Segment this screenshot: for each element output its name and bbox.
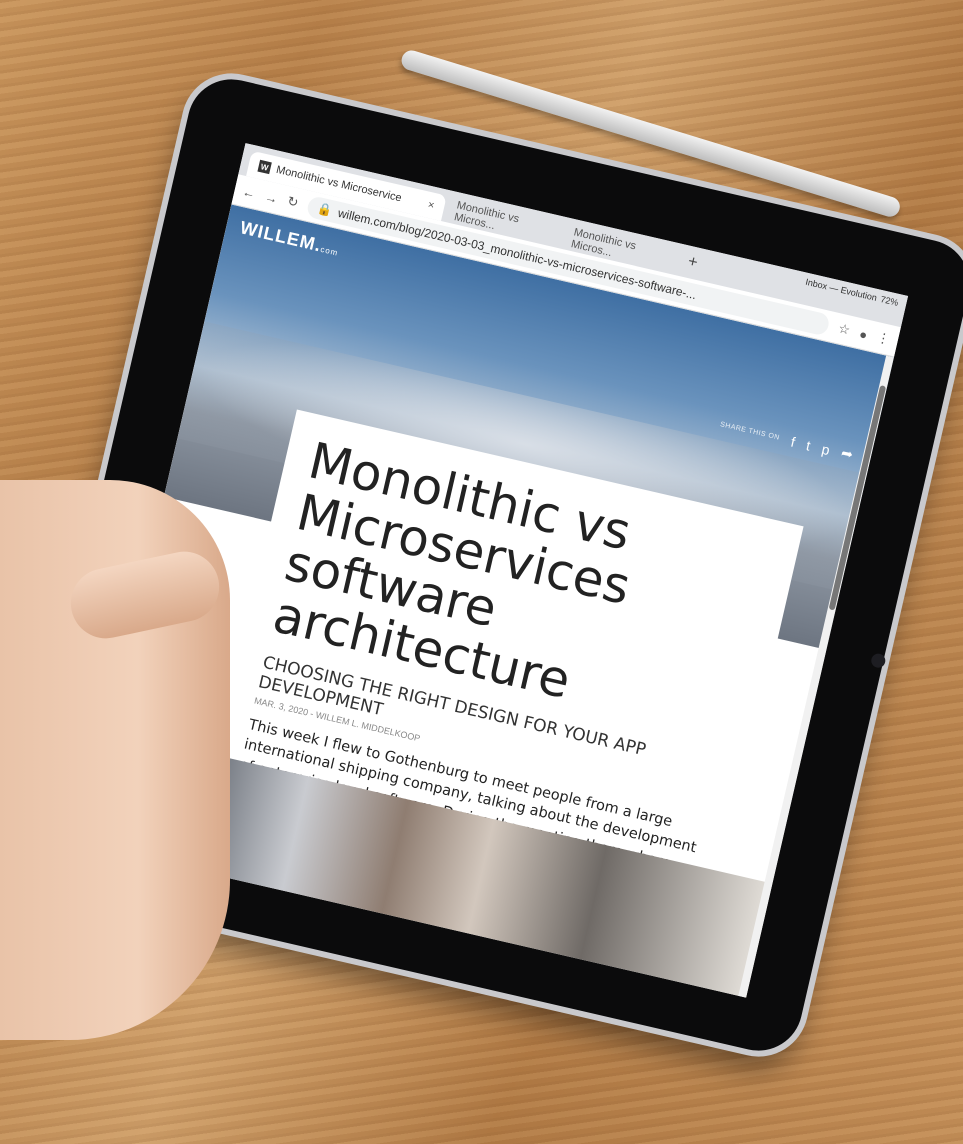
twitter-icon[interactable]: t: [805, 437, 812, 453]
facebook-icon[interactable]: f: [789, 433, 796, 449]
back-icon[interactable]: ←: [241, 183, 257, 201]
star-icon[interactable]: ☆: [837, 320, 852, 338]
account-icon[interactable]: ●: [858, 326, 869, 342]
lock-icon: 🔒: [316, 201, 334, 219]
new-tab-button[interactable]: +: [686, 253, 699, 273]
battery-level: 72%: [879, 294, 900, 308]
window-title: Inbox — Evolution: [804, 276, 878, 303]
site-logo-suffix: com: [319, 244, 340, 258]
system-tray: Inbox — Evolution 72%: [805, 277, 900, 308]
willem-favicon-icon: W: [257, 159, 272, 175]
forward-icon[interactable]: →: [263, 189, 279, 207]
menu-icon[interactable]: ⋮: [875, 329, 891, 348]
reload-icon[interactable]: ↻: [286, 193, 300, 211]
close-tab-icon[interactable]: ×: [427, 199, 436, 212]
pinterest-icon[interactable]: p: [820, 440, 831, 457]
